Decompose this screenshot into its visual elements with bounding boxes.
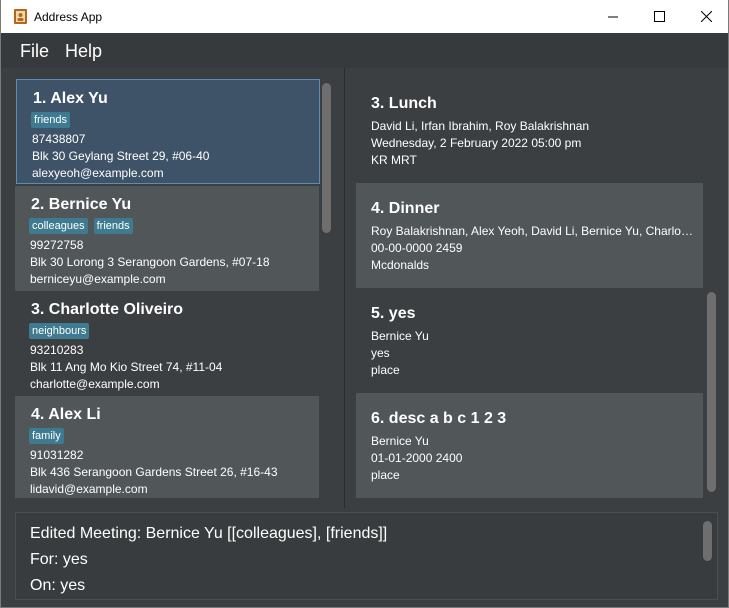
person-name: 1. Alex Yu — [33, 90, 108, 107]
person-email: berniceyu@example.com — [30, 272, 166, 286]
meeting-people: Bernice Yu — [371, 329, 429, 343]
meeting-people: David Li, Irfan Ibrahim, Roy Balakrishna… — [371, 119, 590, 133]
minimize-button[interactable] — [590, 0, 636, 33]
result-display: Edited Meeting: Bernice Yu [[colleagues]… — [15, 512, 718, 600]
meeting-place: Mcdonalds — [371, 258, 430, 272]
tag: family — [29, 428, 64, 444]
person-phone: 93210283 — [30, 343, 84, 357]
person-email: alexyeoh@example.com — [32, 166, 164, 180]
menu-bar: File Help — [1, 33, 728, 68]
tag: neighbours — [29, 323, 90, 339]
person-address: Blk 30 Lorong 3 Serangoon Gardens, #07-1… — [30, 255, 270, 269]
result-line-1: Edited Meeting: Bernice Yu [[colleagues]… — [30, 525, 388, 542]
person-card[interactable]: 1. Alex Yu friends 87438807 Blk 30 Geyla… — [16, 79, 320, 184]
meeting-list[interactable]: 3. Lunch David Li, Irfan Ibrahim, Roy Ba… — [356, 78, 716, 498]
tag: friends — [93, 218, 133, 234]
menu-help[interactable]: Help — [65, 41, 102, 62]
app-window: Address App File Help 1. Alex Yu friends… — [0, 0, 729, 608]
meeting-title: 5. yes — [371, 305, 416, 322]
menu-file[interactable]: File — [20, 41, 49, 62]
meeting-title: 4. Dinner — [371, 200, 440, 217]
close-button[interactable] — [683, 0, 728, 33]
meeting-place: place — [371, 363, 400, 377]
maximize-button[interactable] — [636, 0, 682, 33]
meeting-time: 00-00-0000 2459 — [371, 241, 463, 255]
tag-list: friends — [31, 112, 71, 128]
person-phone: 99272758 — [30, 238, 84, 252]
person-email: charlotte@example.com — [30, 377, 160, 391]
result-line-3: On: yes — [30, 577, 86, 594]
maximize-icon — [653, 11, 665, 22]
meeting-card[interactable]: 4. Dinner Roy Balakrishnan, Alex Yeoh, D… — [356, 183, 703, 288]
tag-list: neighbours — [29, 323, 90, 339]
person-address: Blk 11 Ang Mo Kio Street 74, #11-04 — [30, 360, 223, 374]
meeting-time: Wednesday, 2 February 2022 05:00 pm — [371, 136, 582, 150]
meeting-people: Bernice Yu — [371, 434, 429, 448]
person-card[interactable]: 3. Charlotte Oliveiro neighbours 9321028… — [15, 291, 319, 396]
minimize-icon — [607, 16, 618, 18]
pane-divider[interactable] — [344, 68, 345, 508]
tag: colleagues — [29, 218, 88, 234]
tag-list: colleagues friends — [29, 218, 133, 234]
person-address: Blk 436 Serangoon Gardens Street 26, #16… — [30, 465, 278, 479]
tag-list: family — [29, 428, 64, 444]
meeting-time: 01-01-2000 2400 — [371, 451, 463, 465]
close-icon — [700, 11, 712, 22]
meeting-place: KR MRT — [371, 153, 417, 167]
person-name: 4. Alex Li — [31, 406, 101, 423]
meeting-title: 6. desc a b c 1 2 3 — [371, 410, 507, 427]
meeting-card[interactable]: 3. Lunch David Li, Irfan Ibrahim, Roy Ba… — [356, 78, 703, 183]
address-book-icon — [14, 9, 27, 24]
result-line-2: For: yes — [30, 551, 88, 568]
meeting-card[interactable]: 6. desc a b c 1 2 3 Bernice Yu 01-01-200… — [356, 393, 703, 498]
person-name: 3. Charlotte Oliveiro — [31, 301, 184, 318]
person-card[interactable]: 4. Alex Li family 91031282 Blk 436 Seran… — [15, 396, 319, 498]
meeting-people: Roy Balakrishnan, Alex Yeoh, David Li, B… — [371, 224, 696, 238]
tag: friends — [31, 112, 71, 128]
title-bar[interactable]: Address App — [1, 0, 728, 33]
result-scrollbar[interactable] — [703, 521, 712, 561]
person-card[interactable]: 2. Bernice Yu colleagues friends 9927275… — [15, 186, 319, 291]
person-phone: 87438807 — [32, 132, 86, 146]
person-address: Blk 30 Geylang Street 29, #06-40 — [32, 149, 210, 163]
person-phone: 91031282 — [30, 448, 84, 462]
meeting-time: yes — [371, 346, 390, 360]
person-email: lidavid@example.com — [30, 482, 148, 496]
person-name: 2. Bernice Yu — [31, 196, 132, 213]
meeting-title: 3. Lunch — [371, 95, 437, 112]
meeting-list-scrollbar[interactable] — [707, 292, 716, 492]
meeting-card[interactable]: 5. yes Bernice Yu yes place — [356, 288, 703, 393]
window-title: Address App — [34, 10, 103, 24]
meeting-place: place — [371, 468, 400, 482]
person-list[interactable]: 1. Alex Yu friends 87438807 Blk 30 Geyla… — [13, 78, 336, 498]
person-list-scrollbar[interactable] — [322, 83, 331, 233]
